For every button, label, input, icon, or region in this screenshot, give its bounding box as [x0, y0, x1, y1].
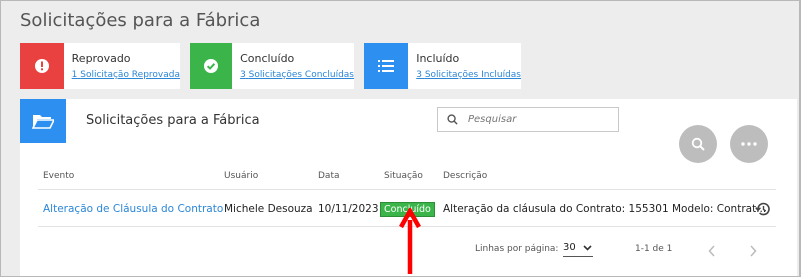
card-title: Reprovado — [71, 52, 131, 65]
history-icon[interactable] — [755, 201, 771, 220]
search-icon — [447, 114, 458, 125]
column-header-data[interactable]: Data — [318, 171, 340, 181]
search-box[interactable] — [437, 107, 619, 132]
panel-title: Solicitações para a Fábrica — [86, 113, 260, 128]
rows-per-page-label: Linhas por página: — [475, 244, 559, 254]
list-icon — [364, 43, 409, 89]
folder-open-icon — [20, 99, 66, 143]
card-title: Incluído — [416, 52, 460, 65]
card-link-reprovada[interactable]: 1 Solicitação Reprovada — [72, 70, 180, 80]
pagination-range: 1-1 de 1 — [635, 244, 673, 254]
more-options-button[interactable] — [730, 125, 768, 163]
search-button[interactable] — [679, 125, 717, 163]
cell-usuario: Michele Desouza — [224, 203, 313, 215]
divider — [38, 189, 776, 190]
next-page-button[interactable] — [749, 242, 757, 261]
search-input[interactable] — [468, 114, 608, 125]
alert-circle-icon — [20, 43, 64, 89]
card-incluido: Incluído 3 Solicitações Incluídas — [364, 43, 521, 89]
chevron-down-icon — [583, 245, 592, 251]
column-header-situacao[interactable]: Situação — [384, 171, 423, 181]
annotation-arrow — [399, 206, 421, 277]
prev-page-button[interactable] — [708, 242, 716, 261]
column-header-evento[interactable]: Evento — [43, 171, 74, 181]
rows-per-page-select[interactable]: 30 — [563, 242, 593, 257]
search-icon — [691, 137, 705, 151]
column-header-usuario[interactable]: Usuário — [224, 171, 258, 181]
more-horizontal-icon — [741, 142, 757, 146]
column-header-descricao[interactable]: Descrição — [443, 171, 487, 181]
cell-descricao: Alteração da cláusula do Contrato: 15530… — [443, 203, 767, 215]
cell-data: 10/11/2023 — [318, 203, 379, 215]
event-link[interactable]: Alteração de Cláusula do Contrato — [43, 203, 223, 215]
card-link-concluidas[interactable]: 3 Solicitações Concluídas — [240, 70, 354, 80]
page-title: Solicitações para a Fábrica — [20, 10, 261, 31]
chevron-left-icon — [708, 245, 715, 257]
card-title: Concluído — [240, 52, 295, 65]
chevron-right-icon — [750, 245, 757, 257]
card-link-incluidas[interactable]: 3 Solicitações Incluídas — [416, 70, 521, 80]
card-concluido: Concluído 3 Solicitações Concluídas — [190, 43, 354, 89]
check-circle-icon — [190, 43, 233, 89]
card-reprovado: Reprovado 1 Solicitação Reprovada — [20, 43, 180, 89]
rows-per-page-value: 30 — [563, 242, 576, 253]
